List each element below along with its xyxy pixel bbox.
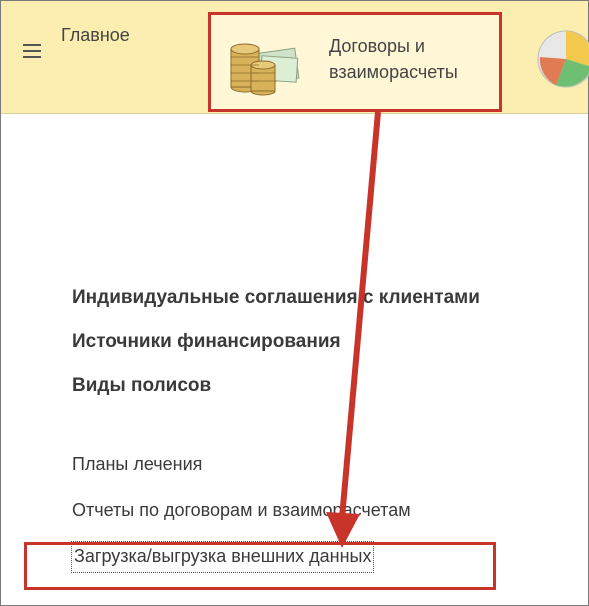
highlight-frame <box>24 542 496 590</box>
tab-contracts-label: Договоры и взаиморасчеты <box>329 36 458 82</box>
link-individual-agreements[interactable]: Индивидуальные соглашения с клиентами <box>72 284 582 328</box>
links-gap <box>72 416 582 450</box>
tab-contracts[interactable]: Договоры и взаиморасчеты <box>208 12 502 112</box>
tab-next-partial[interactable] <box>510 1 589 113</box>
link-treatment-plans[interactable]: Планы лечения <box>72 450 582 496</box>
tab-main-label: Главное <box>61 25 130 45</box>
coins-money-icon <box>230 43 300 96</box>
pie-chart-icon <box>537 30 589 88</box>
link-financing-sources[interactable]: Источники финансирования <box>72 328 582 372</box>
hamburger-menu-icon[interactable] <box>23 44 41 62</box>
tab-main[interactable]: Главное <box>61 25 201 85</box>
link-policy-types[interactable]: Виды полисов <box>72 372 582 416</box>
link-contract-reports[interactable]: Отчеты по договорам и взаиморасчетам <box>72 496 582 542</box>
section-links: Индивидуальные соглашения с клиентами Ис… <box>70 284 582 573</box>
